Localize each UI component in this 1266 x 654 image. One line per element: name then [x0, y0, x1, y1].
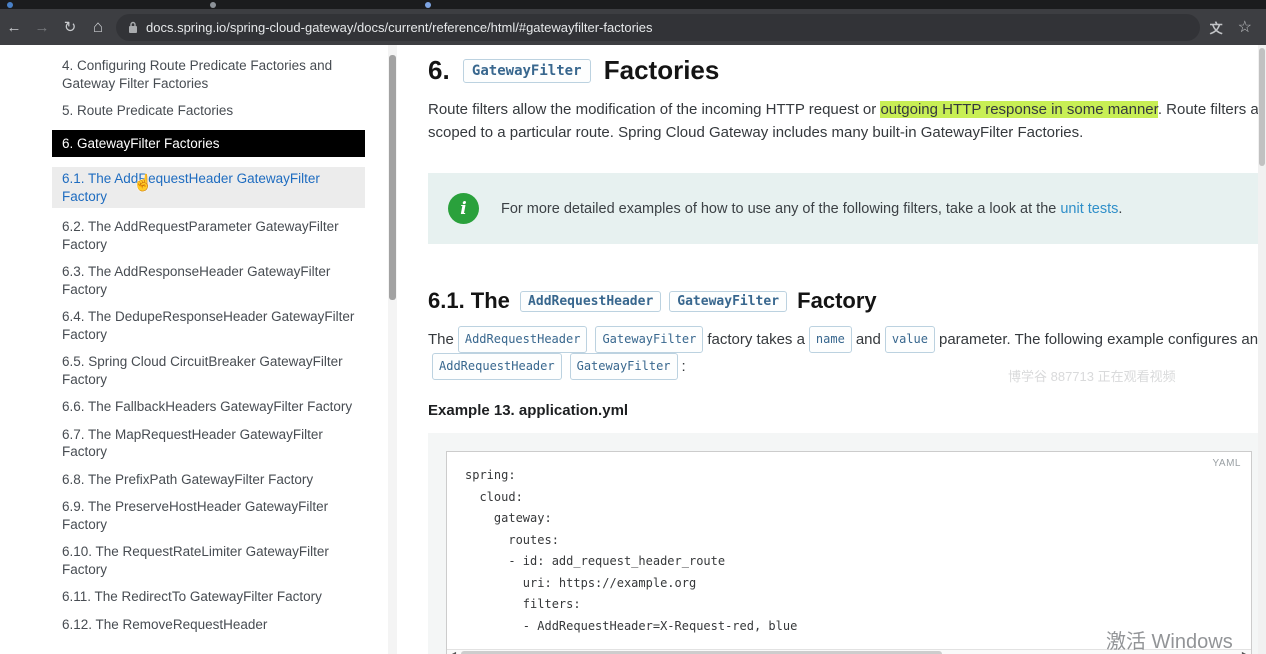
forward-button[interactable]: →	[28, 19, 56, 36]
horizontal-scrollbar-track[interactable]	[461, 650, 1237, 654]
heading-number: 6.	[428, 55, 450, 85]
browser-toolbar: ← → ↻ ⌂ docs.spring.io/spring-cloud-gate…	[0, 9, 1266, 45]
factory-paragraph: The AddRequestHeader GatewayFilter factory …	[428, 326, 1266, 380]
code-line: uri: https://example.org	[465, 575, 697, 590]
body-text: :	[681, 358, 686, 375]
tab-favicon[interactable]	[425, 2, 431, 8]
example-title: Example 13. application.yml	[428, 402, 629, 419]
toc-item-6-3[interactable]: 6.3. The AddResponseHeader GatewayFilter…	[52, 263, 365, 298]
code-line: spring:	[465, 468, 516, 482]
main-content: 6. GatewayFilter Factories Route filters…	[428, 45, 1266, 654]
body-text: The	[428, 331, 454, 348]
address-bar[interactable]: docs.spring.io/spring-cloud-gateway/docs…	[116, 13, 1200, 41]
sidebar-scrollbar[interactable]	[388, 45, 397, 654]
info-icon: i	[448, 193, 479, 224]
toc-item-4[interactable]: 4. Configuring Route Predicate Factories…	[52, 57, 365, 92]
heading-text: Factory	[797, 288, 877, 313]
scroll-right-arrow-icon[interactable]: ►	[1237, 650, 1251, 654]
toc-item-5[interactable]: 5. Route Predicate Factories	[52, 102, 365, 120]
home-button[interactable]: ⌂	[84, 17, 112, 37]
toc-item-6-7[interactable]: 6.7. The MapRequestHeader GatewayFilter …	[52, 426, 365, 461]
body-text: and	[855, 331, 881, 348]
inline-code-chip: GatewayFilter	[669, 291, 788, 312]
page: 4. Configuring Route Predicate Factories…	[0, 45, 1266, 654]
toc-item-6-5[interactable]: 6.5. Spring Cloud CircuitBreaker Gateway…	[52, 353, 365, 388]
code-line: gateway:	[465, 511, 552, 525]
body-text: parameter. The following example configu…	[938, 331, 1259, 348]
inline-code-chip: name	[808, 326, 852, 353]
scroll-left-arrow-icon[interactable]: ◄	[447, 650, 461, 654]
toc-item-6-12[interactable]: 6.12. The RemoveRequestHeader	[52, 616, 365, 634]
tab-favicon[interactable]	[7, 2, 13, 8]
code-line: cloud:	[465, 489, 523, 504]
info-admonition: i For more detailed examples of how to u…	[428, 173, 1266, 244]
code-line: filters:	[465, 597, 581, 611]
heading-number: 6.1. The	[428, 288, 510, 313]
sidebar-toc: 4. Configuring Route Predicate Factories…	[35, 57, 387, 643]
code-block: YAML spring: cloud: gateway: routes: - i…	[446, 451, 1252, 654]
code-line: - id: add_request_header_route	[465, 554, 726, 568]
inline-code-chip: AddRequestHeader	[520, 291, 662, 312]
code-line: - AddRequestHeader=X-Request-red, blue	[465, 618, 798, 633]
lock-icon	[128, 21, 138, 34]
inline-code-chip: GatewayFilter	[462, 59, 591, 83]
info-text: For more detailed examples of how to use…	[501, 201, 1122, 217]
toc-item-6[interactable]: 6. GatewayFilter Factories	[52, 129, 365, 157]
toc-item-6-6[interactable]: 6.6. The FallbackHeaders GatewayFilter F…	[52, 398, 365, 416]
inline-code-chip: AddRequestHeader	[432, 353, 562, 380]
info-text-after: .	[1118, 200, 1123, 217]
inline-code-chip: value	[884, 326, 935, 353]
intro-paragraph: Route filters allow the modification of …	[428, 98, 1266, 144]
reload-button[interactable]: ↻	[56, 18, 84, 36]
toc-item-6-2[interactable]: 6.2. The AddRequestParameter GatewayFilt…	[52, 218, 365, 253]
browser-tab-strip	[0, 0, 1266, 9]
toc-item-6-10[interactable]: 6.10. The RequestRateLimiter GatewayFilt…	[52, 543, 365, 578]
highlighted-text: outgoing HTTP response in some manner	[880, 101, 1158, 118]
inline-code-chip: GatewayFilter	[595, 326, 704, 353]
page-scrollbar[interactable]	[1258, 45, 1266, 654]
toc-item-6-9[interactable]: 6.9. The PreserveHostHeader GatewayFilte…	[52, 498, 365, 533]
unit-tests-link[interactable]: unit tests	[1060, 201, 1118, 217]
toc-item-6-11[interactable]: 6.11. The RedirectTo GatewayFilter Facto…	[52, 588, 365, 606]
section-heading-6-1: 6.1. The AddRequestHeader GatewayFilter F…	[428, 288, 1266, 314]
bookmark-star-icon[interactable]: ☆	[1238, 17, 1252, 37]
back-button[interactable]: ←	[0, 19, 28, 36]
body-text: factory takes a	[707, 331, 805, 348]
intro-text: Route filters allow the modification of …	[428, 101, 881, 118]
section-heading-6: 6. GatewayFilter Factories	[428, 55, 1266, 86]
example-block: YAML spring: cloud: gateway: routes: - i…	[428, 433, 1266, 654]
inline-code-chip: AddRequestHeader	[457, 326, 588, 353]
yaml-code: spring: cloud: gateway: routes: - id: ad…	[447, 452, 1251, 637]
toc-item-6-8[interactable]: 6.8. The PrefixPath GatewayFilter Factor…	[52, 471, 365, 489]
tab-favicon[interactable]	[210, 2, 216, 8]
heading-text: Factories	[603, 55, 720, 85]
url-text: docs.spring.io/spring-cloud-gateway/docs…	[146, 19, 653, 35]
code-line: routes:	[465, 532, 559, 547]
toc-item-6-4[interactable]: 6.4. The DedupeResponseHeader GatewayFil…	[52, 308, 365, 343]
code-language-label: YAML	[1212, 458, 1241, 469]
translate-icon[interactable]: 文	[1210, 18, 1223, 37]
sidebar-scrollbar-thumb[interactable]	[389, 55, 396, 300]
inline-code-chip: GatewayFilter	[569, 353, 678, 380]
page-scrollbar-thumb[interactable]	[1259, 48, 1265, 166]
toc-item-6-1[interactable]: 6.1. The AddRequestHeader GatewayFilter …	[52, 167, 365, 208]
horizontal-scrollbar[interactable]: ◄ ►	[447, 649, 1251, 654]
info-text-before: For more detailed examples of how to use…	[501, 200, 1061, 217]
